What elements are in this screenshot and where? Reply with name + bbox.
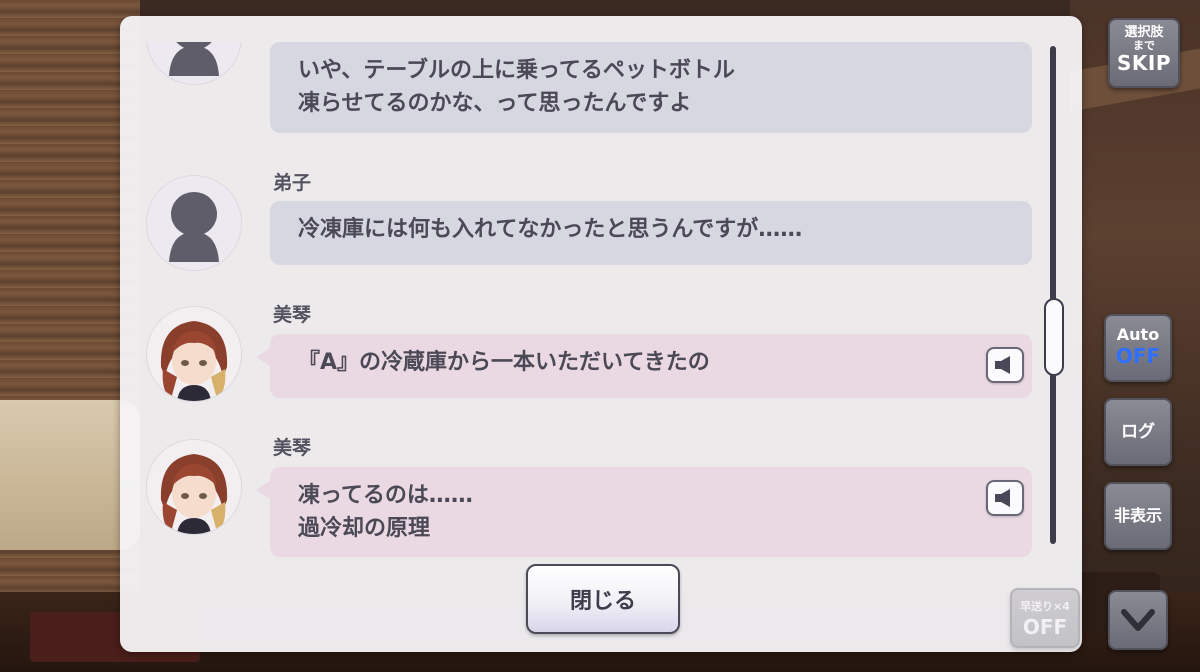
fast-forward-state: OFF [1022,615,1068,639]
character-portrait [147,440,241,534]
scrollbar-thumb[interactable] [1044,298,1064,376]
character-portrait [147,307,241,401]
message-bubble: 凍ってるのは…… 過冷却の原理 [256,467,1032,557]
skip-to-choice-button[interactable]: 選択肢 まで SKIP [1108,18,1180,88]
fast-forward-label: 早送り×4 [1020,600,1070,613]
message-line: 凍ってるのは…… [298,483,473,508]
skip-label-2: まで [1133,39,1155,52]
message-line: 過冷却の原理 [298,516,431,541]
background-wall [0,0,140,672]
message-bubble: 冷凍庫には何も入れてなかったと思うんですが…… [270,201,1032,265]
message-line: いや、テーブルの上に乗ってるペットボトル [298,58,735,83]
background-sofa [0,400,140,550]
voice-replay-button[interactable] [986,347,1024,383]
message-line: 『A』の冷蔵庫から一本いただいてきたの [298,350,710,375]
speaker-icon [995,489,1010,507]
auto-toggle-button[interactable]: Auto OFF [1104,314,1172,382]
speaker-name: 美琴 [273,304,312,326]
skip-label-1: 選択肢 [1124,25,1164,40]
log-dialog: いや、テーブルの上に乗ってるペットボトル 凍らせてるのかな、って思ったんですよ … [120,16,1082,652]
auto-label: Auto [1116,325,1160,344]
speaker-name: 美琴 [273,437,312,459]
voice-replay-button[interactable] [986,480,1024,516]
skip-label-3: SKIP [1116,51,1171,75]
message-line: 凍らせてるのかな、って思ったんですよ [298,91,692,116]
log-list[interactable]: いや、テーブルの上に乗ってるペットボトル 凍らせてるのかな、って思ったんですよ … [120,42,1045,560]
speaker-name: 弟子 [273,172,312,194]
silhouette-avatar [147,42,241,84]
message-bubble: 『A』の冷蔵庫から一本いただいてきたの [256,334,1032,398]
close-button[interactable]: 閉じる [526,564,680,634]
log-button[interactable]: ログ [1104,398,1172,466]
message-line: 冷凍庫には何も入れてなかったと思うんですが…… [298,217,803,242]
message-bubble: いや、テーブルの上に乗ってるペットボトル 凍らせてるのかな、って思ったんですよ [270,42,1032,133]
scrollbar-track[interactable] [1050,46,1056,544]
silhouette-avatar [147,176,241,270]
auto-state: OFF [1115,344,1161,368]
fast-forward-button[interactable]: 早送り×4 OFF [1010,588,1080,648]
chevron-down-icon [1121,609,1155,631]
speaker-icon [995,356,1010,374]
menu-toggle-button[interactable] [1108,590,1168,650]
hide-ui-button[interactable]: 非表示 [1104,482,1172,550]
